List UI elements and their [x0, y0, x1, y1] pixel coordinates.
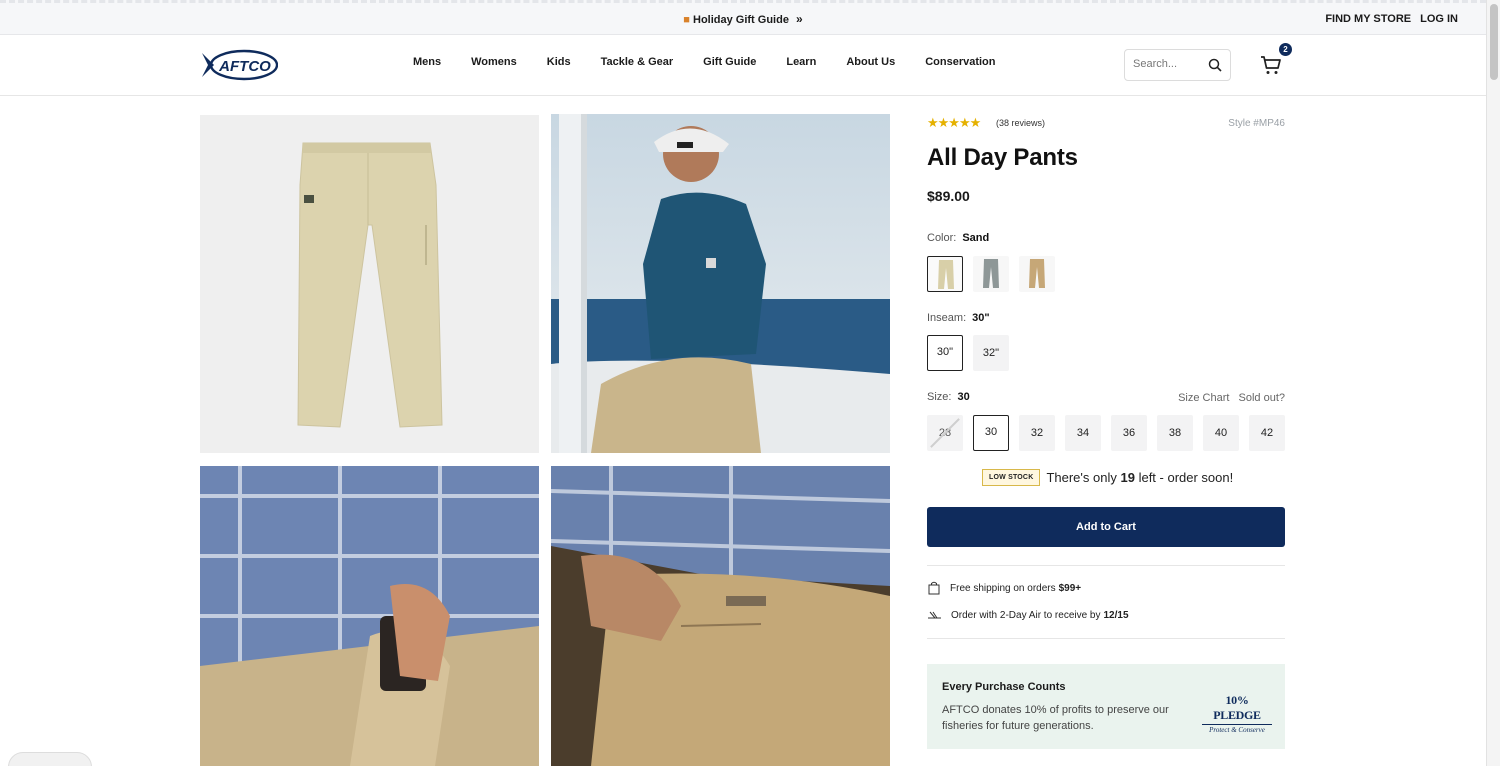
size-option-36[interactable]: 36 [1111, 415, 1147, 451]
holiday-gift-guide-link[interactable]: ■ Holiday Gift Guide » [0, 12, 1486, 26]
nav-learn[interactable]: Learn [786, 56, 816, 68]
logo-text: AFTCO [218, 58, 271, 75]
divider [927, 565, 1285, 566]
search-icon[interactable] [1208, 58, 1222, 72]
nav-tackle-gear[interactable]: Tackle & Gear [601, 56, 674, 68]
announcement-bar: ■ Holiday Gift Guide » FIND MY STORE LOG… [0, 0, 1486, 35]
search-input[interactable] [1133, 58, 1208, 70]
size-option-40[interactable]: 40 [1203, 415, 1239, 451]
free-shipping-row: Free shipping on orders $99+ [927, 581, 1081, 595]
size-label: Size: 30 [927, 391, 970, 403]
site-header: AFTCO Mens Womens Kids Tackle & Gear Gif… [0, 35, 1486, 96]
product-price: $89.00 [927, 188, 970, 204]
aftco-logo[interactable]: AFTCO [200, 49, 278, 81]
stock-count: 19 [1120, 470, 1135, 485]
pledge-heading: Every Purchase Counts [942, 681, 1066, 693]
scrollbar-thumb[interactable] [1490, 4, 1498, 80]
low-stock-badge: LOW STOCK [982, 469, 1041, 486]
product-image-pocket-detail[interactable] [200, 466, 539, 766]
pledge-callout: Every Purchase Counts AFTCO donates 10% … [927, 664, 1285, 749]
size-option-32[interactable]: 32 [1019, 415, 1055, 451]
selected-inseam: 30" [972, 312, 990, 324]
size-option-42[interactable]: 42 [1249, 415, 1285, 451]
chat-widget-button[interactable] [8, 752, 92, 766]
color-label-text: Color: [927, 232, 957, 244]
inseam-option-32[interactable]: 32" [973, 335, 1009, 371]
airplane-icon [928, 611, 941, 619]
shopping-bag-icon [928, 581, 940, 595]
nav-conservation[interactable]: Conservation [925, 56, 995, 68]
stock-message: There's only 19 left - order soon! [1046, 470, 1233, 485]
reviews-link[interactable]: (38 reviews) [996, 118, 1045, 128]
double-chevron-right-icon: » [796, 12, 803, 26]
product-image-flat[interactable] [200, 115, 539, 453]
stock-message-post: left - order soon! [1138, 470, 1234, 485]
product-image-lifestyle-boat[interactable] [551, 114, 890, 453]
nav-kids[interactable]: Kids [547, 56, 571, 68]
pledge-logo-sub: Protect & Conserve [1202, 724, 1272, 734]
inseam-label: Inseam: 30" [927, 312, 990, 324]
pledge-text: AFTCO donates 10% of profits to preserve… [942, 704, 1169, 732]
log-in-link[interactable]: LOG IN [1420, 13, 1458, 25]
search-box [1124, 49, 1231, 81]
sold-out-link[interactable]: Sold out? [1239, 392, 1285, 404]
stock-message-pre: There's only [1046, 470, 1117, 485]
star-rating-icons: ★★★★★ [927, 115, 981, 130]
nav-womens[interactable]: Womens [471, 56, 517, 68]
nav-mens[interactable]: Mens [413, 56, 441, 68]
air-text: Order with 2-Day Air to receive by [951, 609, 1101, 621]
color-swatch-khaki[interactable] [1019, 256, 1055, 292]
cart-icon[interactable] [1259, 53, 1283, 77]
promo-label: Holiday Gift Guide [693, 14, 789, 26]
size-option-28-sold-out[interactable]: 28 [927, 415, 963, 451]
page-scrollbar[interactable] [1486, 0, 1500, 766]
inseam-label-text: Inseam: [927, 312, 967, 324]
pledge-logo-title: 10% PLEDGE [1213, 693, 1261, 722]
nav-about-us[interactable]: About Us [846, 56, 895, 68]
ten-percent-pledge-logo: 10% PLEDGE Protect & Conserve [1202, 693, 1272, 734]
size-option-34[interactable]: 34 [1065, 415, 1101, 451]
color-swatch-gray[interactable] [973, 256, 1009, 292]
divider [927, 638, 1285, 639]
cart-count-badge: 2 [1279, 43, 1292, 56]
selected-size: 30 [957, 391, 970, 403]
add-to-cart-button[interactable]: Add to Cart [927, 507, 1285, 547]
product-title: All Day Pants [927, 144, 1078, 171]
style-number: Style #MP46 [1228, 118, 1285, 129]
size-chart-link[interactable]: Size Chart [1178, 392, 1229, 404]
product-image-back-detail[interactable] [551, 466, 890, 766]
product-info: ★★★★★ (38 reviews) Style #MP46 All Day P… [927, 114, 1285, 749]
size-label-text: Size: [927, 391, 952, 403]
color-label: Color: Sand [927, 232, 989, 244]
inseam-option-30[interactable]: 30" [927, 335, 963, 371]
air-date: 12/15 [1103, 609, 1129, 621]
size-links: Size Chart Sold out? [1172, 392, 1285, 404]
main-nav: Mens Womens Kids Tackle & Gear Gift Guid… [413, 56, 1026, 68]
size-option-38[interactable]: 38 [1157, 415, 1193, 451]
nav-gift-guide[interactable]: Gift Guide [703, 56, 756, 68]
color-swatch-sand[interactable] [927, 256, 963, 292]
two-day-air-row: Order with 2-Day Air to receive by 12/15 [927, 609, 1129, 621]
low-stock-notice: LOW STOCK There's only 19 left - order s… [982, 469, 1233, 486]
shipping-text: Free shipping on orders [950, 582, 1056, 594]
gift-icon: ■ [683, 14, 690, 26]
shipping-threshold: $99+ [1058, 582, 1082, 594]
find-my-store-link[interactable]: FIND MY STORE [1325, 13, 1411, 25]
selected-color: Sand [962, 232, 990, 244]
size-option-30[interactable]: 30 [973, 415, 1009, 451]
